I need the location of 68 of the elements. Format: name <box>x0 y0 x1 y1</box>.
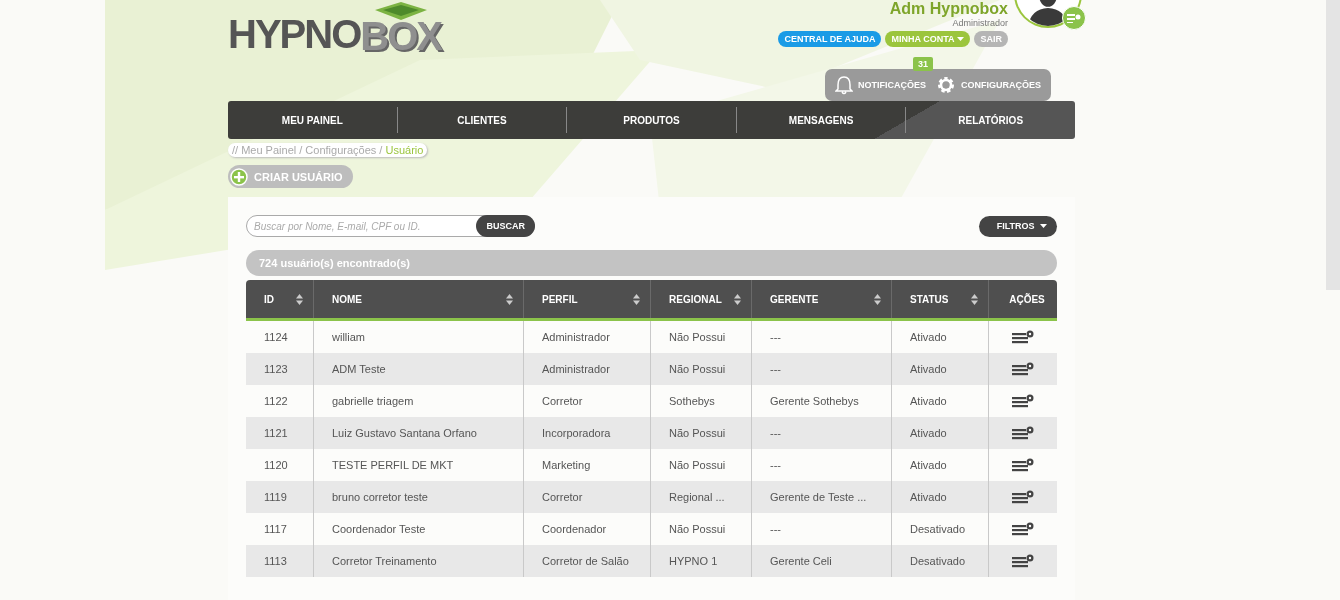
nav-item[interactable]: CLIENTES <box>396 107 567 133</box>
table-cell-text: 1122 <box>263 394 289 409</box>
search-button[interactable]: BUSCAR <box>476 215 535 237</box>
table-cell: Corretor de Salão <box>523 545 650 577</box>
table-cell: Corretor <box>523 481 650 513</box>
table-cell-text: 1113 <box>263 554 288 569</box>
result-count: 724 usuário(s) encontrado(s) <box>246 250 1057 276</box>
column-header[interactable]: ID <box>246 280 313 318</box>
table-cell: Gerente de Teste ... <box>751 481 891 513</box>
sort-icon[interactable] <box>874 293 881 305</box>
sort-icon[interactable] <box>633 293 640 305</box>
table-cell: Regional ... <box>650 481 751 513</box>
nav-item[interactable]: MENSAGENS <box>735 107 906 133</box>
table-cell: --- <box>751 353 891 385</box>
breadcrumb: // Meu Painel / Configurações / Usuário <box>228 143 428 157</box>
user-name: Adm Hypnobox <box>889 1 1008 17</box>
table-cell: Não Possui <box>650 417 751 449</box>
actions-icon[interactable] <box>1012 426 1034 440</box>
actions-icon[interactable] <box>1012 330 1034 344</box>
user-role: Administrador <box>952 18 1008 28</box>
notification-count: 31 <box>912 57 933 71</box>
sort-icon[interactable] <box>506 293 513 305</box>
caret-icon <box>1040 224 1047 230</box>
sort-icon[interactable] <box>734 293 741 305</box>
search-field[interactable]: Buscar por Nome, E-mail, CPF ou ID. BUSCAR <box>246 215 535 237</box>
sort-icon[interactable] <box>296 293 303 305</box>
table-cell-text: 1120 <box>263 458 289 473</box>
column-header[interactable]: NOME <box>313 280 523 318</box>
column-header[interactable]: AÇÕES <box>988 280 1057 318</box>
actions-icon[interactable] <box>1012 554 1034 568</box>
table-cell: Ativado <box>891 353 988 385</box>
table-cell: Luiz Gustavo Santana Orfano <box>313 417 523 449</box>
table-cell-text: 1117 <box>263 522 288 537</box>
gear-icon <box>936 75 956 95</box>
table-cell: Desativado <box>891 545 988 577</box>
table-cell-text: 1123 <box>263 362 289 377</box>
table-cell: Gerente Celi <box>751 545 891 577</box>
column-header[interactable]: GERENTE <box>751 280 891 318</box>
column-header[interactable]: REGIONAL <box>650 280 751 318</box>
actions-icon[interactable] <box>1012 490 1034 504</box>
logo-text: BOX <box>360 18 441 54</box>
bell-icon <box>834 75 853 95</box>
actions-icon[interactable] <box>1012 458 1034 472</box>
nav-item[interactable]: RELATÓRIOS <box>905 107 1075 133</box>
table-cell: Administrador <box>523 353 650 385</box>
filters-button[interactable]: FILTROS <box>978 215 1057 237</box>
nav-item[interactable]: MEU PAINEL <box>228 107 397 133</box>
table-cell: ADM Teste <box>313 353 523 385</box>
actions-icon[interactable] <box>1012 522 1034 536</box>
table-cell: Ativado <box>891 481 988 513</box>
column-header[interactable]: STATUS <box>891 280 988 318</box>
table-cell: Não Possui <box>650 353 751 385</box>
table-cell: Ativado <box>891 417 988 449</box>
plus-icon <box>230 167 248 186</box>
table-cell: Corretor Treinamento <box>313 545 523 577</box>
table-cell: Incorporadora <box>523 417 650 449</box>
sort-icon[interactable] <box>971 293 978 305</box>
table-cell: --- <box>751 417 891 449</box>
table-cell: bruno corretor teste <box>313 481 523 513</box>
column-header[interactable]: PERFIL <box>523 280 650 318</box>
actions-icon[interactable] <box>1012 394 1034 408</box>
table-cell: HYPNO 1 <box>650 545 751 577</box>
table-cell-text: 1119 <box>263 490 288 505</box>
table-cell-text: 1124 <box>263 330 289 345</box>
table-cell-text: 1121 <box>263 426 289 441</box>
nav-item[interactable]: PRODUTOS <box>566 107 736 133</box>
actions-icon[interactable] <box>1012 362 1034 376</box>
logo-text: HYPNO <box>228 14 361 54</box>
